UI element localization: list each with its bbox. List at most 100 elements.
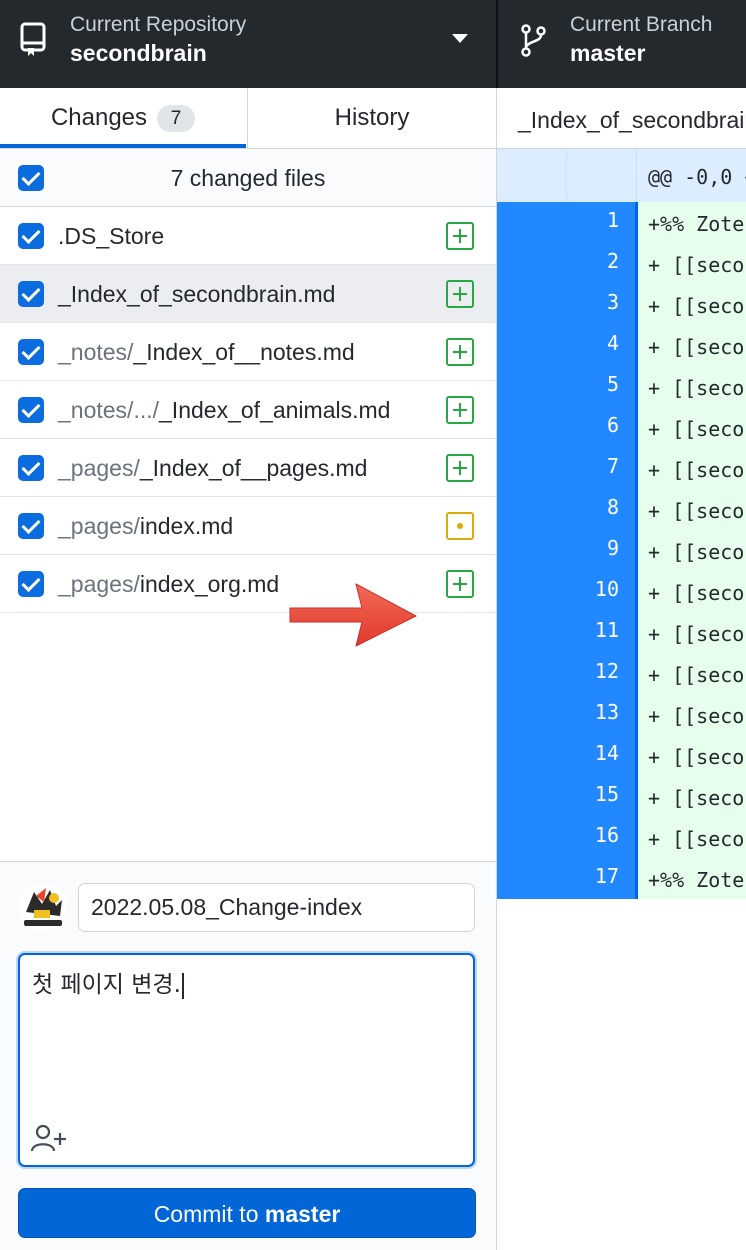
diff-hunk-header[interactable]: @@ -0,0 +1,17 @@ <box>497 149 746 202</box>
commit-button[interactable]: Commit to master <box>18 1188 476 1238</box>
changes-count-badge: 7 <box>157 104 196 132</box>
diff-line[interactable]: 15+ [[secondbrain]] <box>497 776 746 817</box>
diff-line[interactable]: 5+ [[secondbrain]] <box>497 366 746 407</box>
line-gutter-old[interactable] <box>497 284 567 325</box>
line-gutter-old[interactable] <box>497 489 567 530</box>
file-checkbox[interactable] <box>18 397 44 423</box>
line-code: + [[secondbrain]] <box>638 817 746 858</box>
line-code: +%% Zotero <box>638 202 746 243</box>
line-number[interactable]: 14 <box>567 735 635 776</box>
file-name: _Index_of__pages.md <box>139 455 368 481</box>
diff-line[interactable]: 8+ [[secondbrain]] <box>497 489 746 530</box>
line-number[interactable]: 5 <box>567 366 635 407</box>
file-name: index.md <box>139 513 234 539</box>
diff-line[interactable]: 3+ [[secondbrain]] <box>497 284 746 325</box>
line-gutter-old[interactable] <box>497 571 567 612</box>
line-gutter-old[interactable] <box>497 735 567 776</box>
file-row[interactable]: _pages/index.md <box>0 497 496 555</box>
file-checkbox[interactable] <box>18 455 44 481</box>
hunk-gutter-old <box>497 149 567 202</box>
file-checkbox[interactable] <box>18 223 44 249</box>
diff-line[interactable]: 2+ [[secondbrain]] <box>497 243 746 284</box>
file-row[interactable]: _Index_of_secondbrain.md <box>0 265 496 323</box>
diff-line[interactable]: 12+ [[secondbrain]] <box>497 653 746 694</box>
diff-line[interactable]: 9+ [[secondbrain]] <box>497 530 746 571</box>
line-gutter-old[interactable] <box>497 653 567 694</box>
diff-line[interactable]: 1+%% Zotero <box>497 202 746 243</box>
diff-line[interactable]: 13+ [[secondbrain]] <box>497 694 746 735</box>
file-row[interactable]: _pages/_Index_of__pages.md <box>0 439 496 497</box>
current-repository-button[interactable]: Current Repository secondbrain <box>0 0 496 88</box>
line-gutter-old[interactable] <box>497 612 567 653</box>
line-number[interactable]: 1 <box>567 202 635 243</box>
diff-line[interactable]: 10+ [[secondbrain]] <box>497 571 746 612</box>
line-number[interactable]: 13 <box>567 694 635 735</box>
diff-line[interactable]: 11+ [[secondbrain]] <box>497 612 746 653</box>
line-gutter-old[interactable] <box>497 325 567 366</box>
line-number[interactable]: 7 <box>567 448 635 489</box>
line-code: + [[secondbrain]] <box>638 776 746 817</box>
hunk-gutter-new <box>567 149 637 202</box>
commit-description-input[interactable]: 첫 페이지 변경. <box>18 953 475 1167</box>
git-branch-icon <box>521 24 546 57</box>
diff-line[interactable]: 16+ [[secondbrain]] <box>497 817 746 858</box>
file-row[interactable]: .DS_Store <box>0 207 496 265</box>
line-gutter-old[interactable] <box>497 366 567 407</box>
line-gutter-old[interactable] <box>497 694 567 735</box>
diff-line[interactable]: 6+ [[secondbrain]] <box>497 407 746 448</box>
line-number[interactable]: 11 <box>567 612 635 653</box>
file-row[interactable]: _notes/.../_Index_of_animals.md <box>0 381 496 439</box>
line-code: + [[secondbrain]] <box>638 612 746 653</box>
line-gutter-old[interactable] <box>497 407 567 448</box>
file-checkbox[interactable] <box>18 513 44 539</box>
line-gutter-old[interactable] <box>497 202 567 243</box>
file-checkbox[interactable] <box>18 571 44 597</box>
line-number[interactable]: 10 <box>567 571 635 612</box>
file-added-icon <box>446 570 474 598</box>
line-gutter-old[interactable] <box>497 530 567 571</box>
tab-changes-label: Changes <box>50 104 148 131</box>
file-checkbox[interactable] <box>18 339 44 365</box>
diff-line[interactable]: 14+ [[secondbrain]] <box>497 735 746 776</box>
text-cursor <box>181 972 184 999</box>
file-row[interactable]: _notes/_Index_of__notes.md <box>0 323 496 381</box>
line-number[interactable]: 4 <box>567 325 635 366</box>
commit-summary-input[interactable]: 2022.05.08_Change-index <box>78 883 475 932</box>
line-gutter-old[interactable] <box>497 858 567 899</box>
line-number[interactable]: 12 <box>567 653 635 694</box>
line-code: + [[secondbrain]] <box>638 448 746 489</box>
diff-line[interactable]: 7+ [[secondbrain]] <box>497 448 746 489</box>
tab-changes[interactable]: Changes 7 <box>0 88 246 148</box>
line-number[interactable]: 9 <box>567 530 635 571</box>
repository-caption: Current Repository <box>70 13 247 36</box>
file-path: _pages/_Index_of__pages.md <box>58 439 367 497</box>
diff-line[interactable]: 17+%% Zotero <box>497 858 746 899</box>
file-checkbox[interactable] <box>18 281 44 307</box>
diff-panel: _Index_of_secondbrain.md @@ -0,0 +1,17 @… <box>497 88 746 1250</box>
current-branch-button[interactable]: Current Branch master <box>498 0 746 88</box>
line-gutter-old[interactable] <box>497 776 567 817</box>
diff-file-name: _Index_of_secondbrain.md <box>518 107 746 133</box>
line-number[interactable]: 2 <box>567 243 635 284</box>
line-gutter-old[interactable] <box>497 817 567 858</box>
line-code: + [[secondbrain]] <box>638 325 746 366</box>
line-code: + [[secondbrain]] <box>638 489 746 530</box>
hunk-header-text: @@ -0,0 +1,17 @@ <box>648 165 746 189</box>
diff-line[interactable]: 4+ [[secondbrain]] <box>497 325 746 366</box>
file-added-icon <box>446 280 474 308</box>
line-gutter-old[interactable] <box>497 243 567 284</box>
tab-history[interactable]: History <box>247 88 496 148</box>
line-number[interactable]: 6 <box>567 407 635 448</box>
add-coauthor-icon[interactable] <box>30 1123 68 1153</box>
line-code: + [[secondbrain]] <box>638 284 746 325</box>
line-number[interactable]: 16 <box>567 817 635 858</box>
line-number[interactable]: 3 <box>567 284 635 325</box>
tab-bar: Changes 7 History <box>0 88 496 149</box>
line-gutter-old[interactable] <box>497 448 567 489</box>
branch-name: master <box>570 40 646 66</box>
line-number[interactable]: 8 <box>567 489 635 530</box>
line-number[interactable]: 17 <box>567 858 635 899</box>
file-path: _notes/_Index_of__notes.md <box>58 323 355 381</box>
line-number[interactable]: 15 <box>567 776 635 817</box>
file-added-icon <box>446 222 474 250</box>
